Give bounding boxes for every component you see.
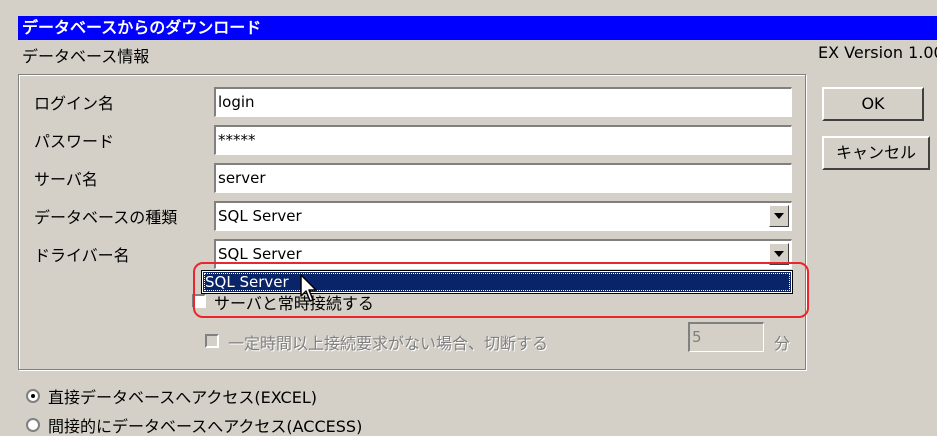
dialog-title: データベースからのダウンロード — [18, 16, 937, 40]
login-field[interactable]: login — [214, 87, 792, 117]
dbtype-label: データベースの種類 — [34, 208, 178, 227]
access-mode-excel-label: 直接データベースへアクセス(EXCEL) — [48, 388, 317, 407]
mouse-cursor-icon — [300, 274, 317, 302]
dbtype-dropdown-arrow-icon[interactable] — [769, 205, 789, 227]
download-dialog: データベースからのダウンロード データベース情報 EX Version 1.00… — [0, 0, 937, 436]
server-field[interactable]: server — [214, 163, 792, 193]
access-mode-access-label: 間接的にデータベースへアクセス(ACCESS) — [48, 417, 363, 436]
timeout-minutes-field[interactable]: 5 — [688, 322, 764, 352]
version-label: EX Version 1.00 — [818, 43, 937, 62]
password-label: パスワード — [34, 132, 115, 151]
ok-button[interactable]: OK — [822, 87, 924, 121]
section-label: データベース情報 — [22, 47, 150, 66]
timeout-unit-label: 分 — [774, 334, 791, 353]
password-field[interactable]: ***** — [214, 125, 792, 155]
timeout-disconnect-label: 一定時間以上接続要求がない場合、切断する — [228, 334, 549, 353]
access-mode-radio-access[interactable] — [26, 418, 40, 432]
cancel-button[interactable]: キャンセル — [822, 136, 930, 170]
access-mode-radio-excel[interactable] — [26, 389, 40, 403]
highlight-ring — [193, 262, 809, 318]
login-label: ログイン名 — [34, 94, 115, 113]
timeout-disconnect-checkbox[interactable] — [205, 334, 219, 348]
driver-value: SQL Server — [218, 245, 302, 263]
driver-label: ドライバー名 — [34, 246, 130, 265]
dbtype-value: SQL Server — [218, 207, 302, 225]
dbtype-select[interactable]: SQL Server — [214, 201, 792, 231]
server-label: サーバ名 — [34, 170, 98, 189]
